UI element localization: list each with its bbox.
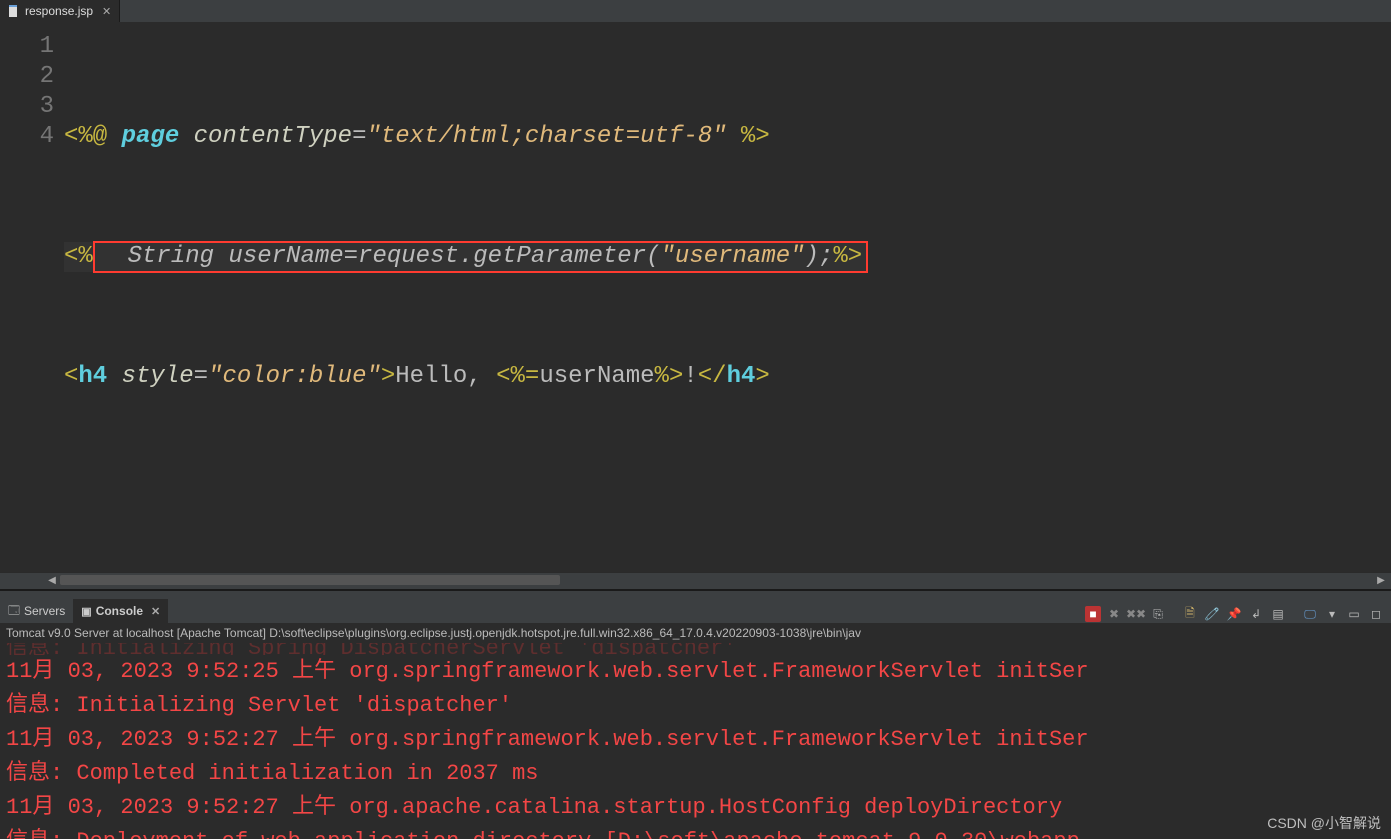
highlight-box: String userName=request.getParameter("us…: [93, 241, 868, 273]
console-icon: ▣: [81, 605, 91, 618]
console-line: 信息: Initializing Spring DispatcherServle…: [6, 643, 1385, 655]
word-wrap-icon[interactable]: ↲: [1247, 605, 1265, 623]
horizontal-scrollbar[interactable]: ◀ ▶: [0, 572, 1391, 589]
line-number: 2: [0, 62, 54, 92]
terminate-icon[interactable]: ■: [1085, 606, 1101, 622]
remove-launch-icon[interactable]: ✖: [1105, 605, 1123, 623]
line-number: 3: [0, 92, 54, 122]
code-line: <h4 style="color:blue">Hello, <%=userNam…: [64, 362, 868, 392]
console-line: 信息: Initializing Servlet 'dispatcher': [6, 689, 1385, 723]
code-area[interactable]: <%@ page contentType="text/html;charset=…: [64, 22, 868, 572]
view-tab-servers[interactable]: 🗔 Servers: [0, 599, 73, 623]
console-line: 11月 03, 2023 9:52:27 上午 org.springframew…: [6, 723, 1385, 757]
jsp-file-icon: [8, 5, 20, 17]
code-line: <%@ page contentType="text/html;charset=…: [64, 122, 868, 152]
view-tab-label: Servers: [24, 604, 65, 618]
view-tab-label: Console: [96, 604, 143, 618]
maximize-icon[interactable]: ◻: [1367, 605, 1385, 623]
console-line: 11月 03, 2023 9:52:25 上午 org.springframew…: [6, 655, 1385, 689]
panel-view-tabs: 🗔 Servers ▣ Console ✕: [0, 599, 168, 623]
line-number: 4: [0, 122, 54, 152]
console-line: 信息: Deployment of web application direct…: [6, 825, 1385, 839]
console-line: 11月 03, 2023 9:52:27 上午 org.apache.catal…: [6, 791, 1385, 825]
scrollbar-thumb[interactable]: [60, 575, 560, 585]
server-icon: 🗔: [8, 602, 20, 621]
open-console-icon[interactable]: 🖵: [1301, 605, 1319, 623]
scroll-lock-icon[interactable]: 🧷: [1203, 605, 1221, 623]
code-line: [64, 482, 868, 512]
code-editor[interactable]: 1 2 3 4 <%@ page contentType="text/html;…: [0, 22, 1391, 572]
console-toolbar: ■ ✖ ✖✖ ⎘ 🗎 🧷 📌 ↲ ▤ 🖵 ▾ ▭ ◻: [1085, 605, 1391, 623]
display-selected-console-icon[interactable]: ▤: [1269, 605, 1287, 623]
close-icon[interactable]: ✕: [151, 605, 160, 618]
pin-console-icon[interactable]: 📌: [1225, 605, 1243, 623]
editor-pane: response.jsp ✕ 1 2 3 4 <%@ page contentT…: [0, 0, 1391, 591]
editor-tab-label: response.jsp: [25, 4, 93, 18]
scroll-right-icon[interactable]: ▶: [1373, 573, 1389, 589]
bottom-panel: 🗔 Servers ▣ Console ✕ ■ ✖ ✖✖ ⎘ 🗎 🧷 📌 ↲: [0, 591, 1391, 839]
dropdown-icon[interactable]: ▾: [1323, 605, 1341, 623]
pipe-icon[interactable]: ⎘: [1149, 605, 1167, 623]
editor-tab-response-jsp[interactable]: response.jsp ✕: [0, 0, 120, 22]
panel-header-bar: 🗔 Servers ▣ Console ✕ ■ ✖ ✖✖ ⎘ 🗎 🧷 📌 ↲: [0, 591, 1391, 623]
clear-console-icon[interactable]: 🗎: [1181, 605, 1199, 623]
line-number-gutter: 1 2 3 4: [0, 22, 64, 572]
line-number: 1: [0, 32, 54, 62]
code-line: <% String userName=request.getParameter(…: [64, 242, 868, 272]
view-tab-console[interactable]: ▣ Console ✕: [73, 599, 168, 623]
ide-root: response.jsp ✕ 1 2 3 4 <%@ page contentT…: [0, 0, 1391, 839]
close-icon[interactable]: ✕: [102, 5, 111, 18]
watermark-text: CSDN @小智解说: [1267, 813, 1381, 833]
minimize-icon[interactable]: ▭: [1345, 605, 1363, 623]
scroll-left-icon[interactable]: ◀: [44, 573, 60, 589]
editor-tab-bar: response.jsp ✕: [0, 0, 1391, 22]
console-line: 信息: Completed initialization in 2037 ms: [6, 757, 1385, 791]
remove-all-terminated-icon[interactable]: ✖✖: [1127, 605, 1145, 623]
console-process-title: Tomcat v9.0 Server at localhost [Apache …: [0, 623, 1391, 643]
console-output[interactable]: 信息: Initializing Spring DispatcherServle…: [0, 643, 1391, 839]
